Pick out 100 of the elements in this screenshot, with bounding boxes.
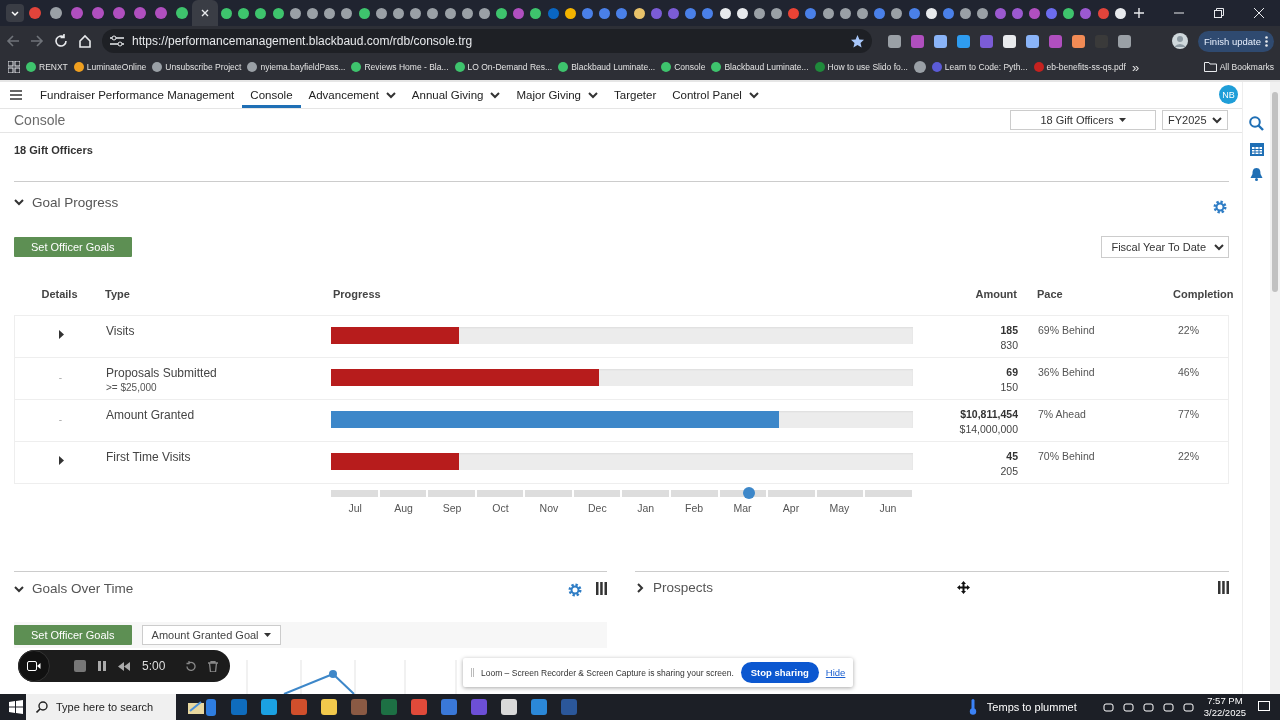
tab-icon[interactable] — [375, 7, 387, 19]
drag-handle-icon[interactable] — [471, 668, 474, 677]
tab-icon[interactable] — [977, 7, 989, 19]
search-highlight-drawing[interactable] — [186, 697, 218, 717]
tab-icon[interactable] — [1114, 7, 1126, 19]
bookmark[interactable]: Console — [661, 62, 706, 72]
bookmark[interactable]: LuminateOnline — [73, 62, 147, 72]
tab-icon[interactable] — [771, 7, 783, 19]
collapse-caret-icon[interactable] — [14, 197, 24, 207]
bookmark[interactable]: How to use Slido fo... — [814, 62, 908, 72]
app-title[interactable]: Fundraiser Performance Management — [32, 82, 243, 108]
tab-icon[interactable] — [221, 7, 233, 19]
extension-icon[interactable] — [1118, 34, 1131, 48]
columns-icon[interactable] — [1218, 581, 1229, 594]
tab-icon[interactable] — [633, 7, 645, 19]
clock-time[interactable]: 7:57 PM — [1207, 695, 1243, 707]
profile-avatar-icon[interactable] — [1171, 33, 1188, 49]
restore-icon[interactable] — [1214, 8, 1224, 18]
extension-icon[interactable] — [957, 34, 970, 48]
tab-icon[interactable] — [461, 7, 473, 19]
clock-date[interactable]: 3/22/2025 — [1203, 707, 1246, 719]
set-goals-button[interactable]: Set Officer Goals — [14, 237, 132, 257]
tab-icon[interactable] — [960, 7, 972, 19]
scrollbar-thumb[interactable] — [1272, 92, 1278, 292]
rewind-icon[interactable] — [118, 661, 130, 671]
finish-update-button[interactable]: Finish update — [1197, 30, 1274, 52]
search-icon[interactable] — [1249, 116, 1264, 131]
columns-icon[interactable] — [596, 582, 607, 595]
stop-sharing-button[interactable]: Stop sharing — [740, 662, 819, 683]
nav-tab[interactable]: Major Giving — [508, 82, 607, 108]
expand-row-icon[interactable] — [57, 456, 64, 465]
tab-icon[interactable] — [530, 7, 542, 19]
bookmark[interactable]: LO On-Demand Res... — [454, 62, 553, 72]
tab-icon[interactable] — [478, 7, 490, 19]
taskbar-app-icon[interactable] — [320, 698, 338, 716]
tab-icon[interactable] — [324, 7, 336, 19]
settings-icon[interactable] — [1213, 200, 1227, 214]
timeline-marker[interactable] — [743, 487, 756, 499]
nav-tab[interactable]: Annual Giving — [403, 82, 509, 108]
bookmark[interactable]: Unsubscribe Project — [152, 62, 242, 72]
tab-list-icon[interactable] — [6, 4, 24, 22]
thermometer-icon[interactable] — [968, 699, 977, 715]
start-icon[interactable] — [9, 700, 23, 714]
tab-icon[interactable] — [925, 7, 937, 19]
tab-icon[interactable] — [410, 7, 422, 19]
notifications-icon[interactable] — [1258, 701, 1270, 713]
bookmark[interactable]: eb-benefits-ss-qs.pdf — [1033, 62, 1126, 72]
home-icon[interactable] — [78, 34, 92, 48]
taskbar-search-field[interactable]: Type here to search — [26, 694, 176, 720]
weather-text[interactable]: Temps to plummet — [986, 701, 1077, 713]
nav-tab[interactable]: Advancement — [300, 82, 404, 108]
bookmark[interactable]: Blackbaud Luminate... — [558, 62, 656, 72]
more-bookmarks-button[interactable]: » — [1131, 59, 1140, 75]
camera-button[interactable] — [18, 650, 50, 682]
bookmark[interactable]: Blackbaud Luminate... — [711, 62, 809, 72]
goal-type-dropdown[interactable]: Amount Granted Goal — [141, 625, 281, 645]
extension-icon[interactable] — [1003, 34, 1016, 48]
set-goals-button[interactable]: Set Officer Goals — [14, 625, 132, 645]
star-icon[interactable] — [851, 34, 864, 48]
extension-icon[interactable] — [934, 34, 947, 48]
bookmark[interactable]: nyiema.bayfieldPass... — [247, 62, 346, 72]
nav-tab[interactable]: Targeter — [606, 82, 665, 108]
pause-icon[interactable] — [98, 661, 106, 671]
settings-icon[interactable] — [568, 583, 582, 597]
restart-icon[interactable] — [185, 660, 197, 672]
tab-icon[interactable] — [289, 7, 301, 19]
officer-filter-dropdown[interactable]: 18 Gift Officers — [1010, 110, 1156, 131]
close-icon[interactable] — [1254, 8, 1264, 18]
expand-row-icon[interactable] — [57, 330, 64, 339]
extension-icon[interactable] — [1026, 34, 1039, 48]
forward-icon[interactable] — [30, 34, 44, 48]
tab-icon[interactable] — [564, 7, 576, 19]
tab-icon[interactable] — [891, 7, 903, 19]
fiscal-year-select[interactable]: FY2025 — [1162, 110, 1228, 131]
tab-icon[interactable] — [444, 7, 456, 19]
nav-tab[interactable]: Console — [242, 82, 301, 108]
bookmark[interactable]: Learn to Code: Pyth... — [931, 62, 1028, 72]
tab-icon[interactable] — [392, 7, 404, 19]
hide-link[interactable]: Hide — [825, 667, 846, 678]
extension-icon[interactable] — [888, 34, 901, 48]
bookmark[interactable]: RENXT — [26, 62, 68, 72]
collapse-caret-icon[interactable] — [14, 583, 24, 594]
bookmark[interactable]: Reviews Home - Bla... — [351, 62, 449, 72]
tab-icon[interactable] — [1063, 7, 1075, 19]
tab-icon[interactable] — [358, 7, 370, 19]
stop-icon[interactable] — [74, 660, 86, 672]
tab-icon[interactable] — [496, 7, 508, 19]
tab-icon[interactable] — [753, 7, 765, 19]
period-select[interactable]: Fiscal Year To Date — [1101, 236, 1229, 258]
reload-icon[interactable] — [54, 34, 68, 48]
new-tab-icon[interactable] — [1134, 8, 1145, 18]
calendar-icon[interactable] — [1249, 142, 1264, 156]
tab-icon[interactable] — [238, 7, 250, 19]
tab-icon[interactable] — [736, 7, 748, 19]
expand-caret-icon[interactable] — [635, 582, 645, 593]
globe-bookmark-icon[interactable] — [913, 61, 926, 73]
tab-icon[interactable] — [857, 7, 869, 19]
tab-icon[interactable] — [255, 7, 267, 19]
site-settings-icon[interactable] — [110, 35, 124, 47]
tab-icon[interactable] — [175, 7, 188, 19]
